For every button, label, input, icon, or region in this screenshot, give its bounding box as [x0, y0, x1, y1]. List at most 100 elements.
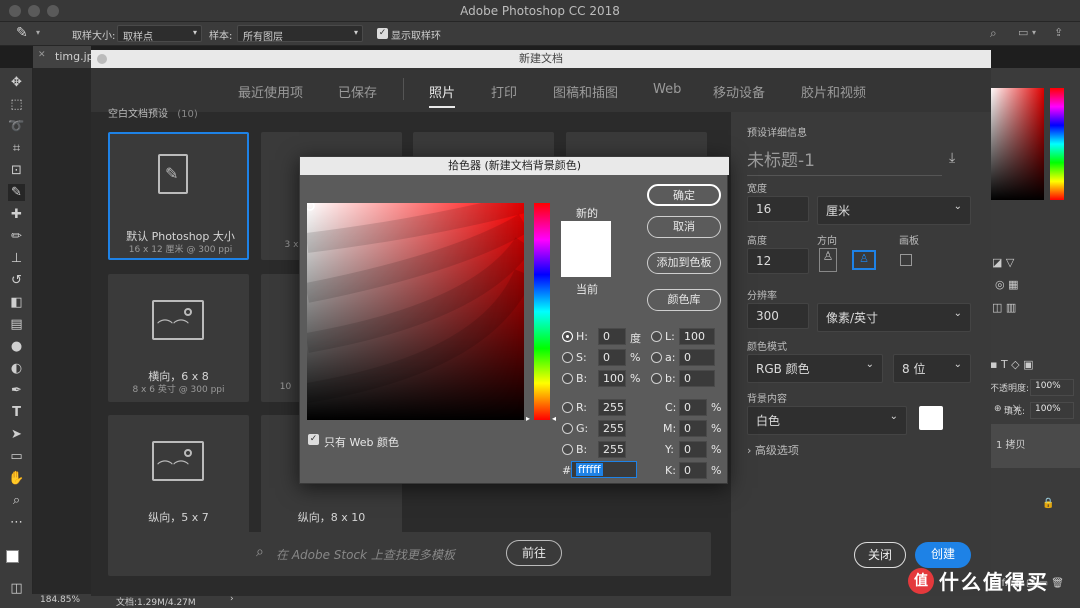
hue-slider-right-arrow-icon[interactable]: ◂: [552, 414, 556, 423]
shape-tool-icon[interactable]: ▭: [8, 448, 25, 465]
tab-film-video[interactable]: 胶片和视频: [801, 82, 866, 101]
yellow-input[interactable]: 0: [679, 441, 707, 458]
tab-art-illustration[interactable]: 图稿和插图: [553, 82, 618, 101]
width-unit-select[interactable]: 厘米 ⌄: [817, 196, 971, 225]
hue-radio[interactable]: [562, 331, 573, 342]
portrait-orientation-icon[interactable]: ♙: [819, 248, 837, 272]
magenta-input[interactable]: 0: [679, 420, 707, 437]
dialog-close-dot[interactable]: [97, 54, 107, 64]
black-input[interactable]: 0: [679, 462, 707, 479]
hue-slider[interactable]: [534, 203, 550, 420]
sample-size-select[interactable]: 取样点 ▾: [117, 25, 202, 43]
adjustment-icons-3[interactable]: ◫ ▥: [992, 301, 1016, 314]
saturation-radio[interactable]: [562, 352, 573, 363]
document-tab[interactable]: ✕ timg.jp: [33, 46, 94, 68]
crop-tool-icon[interactable]: ⌗: [8, 140, 25, 157]
layer-row[interactable]: 1 拷贝: [990, 424, 1080, 468]
sample-select[interactable]: 所有图层 ▾: [237, 25, 363, 43]
green-input[interactable]: 255: [598, 420, 626, 437]
eyedropper-icon[interactable]: ✎: [16, 25, 28, 41]
doc-name-input[interactable]: 未标题-1: [747, 146, 942, 176]
zoom-tool-icon[interactable]: ⌕: [8, 492, 25, 509]
opacity-field[interactable]: 100%: [1030, 379, 1074, 396]
landscape-orientation-icon[interactable]: ♙: [852, 250, 876, 270]
chevron-down-icon[interactable]: ▾: [36, 28, 40, 37]
close-button[interactable]: 关闭: [854, 542, 906, 568]
lightness-radio[interactable]: [651, 331, 662, 342]
advanced-options-toggle[interactable]: › 高级选项: [747, 442, 799, 458]
red-radio[interactable]: [562, 402, 573, 413]
eraser-tool-icon[interactable]: ◧: [8, 294, 25, 311]
adjustment-icons[interactable]: ◪ ▽: [992, 256, 1014, 269]
ok-button[interactable]: 确定: [647, 184, 721, 206]
preset-card-portrait-5x7[interactable]: ⌒⌒ 纵向，5 x 7: [108, 415, 249, 543]
type-tool-icon[interactable]: T: [8, 404, 25, 421]
blur-tool-icon[interactable]: ●: [8, 338, 25, 355]
healing-tool-icon[interactable]: ✚: [8, 206, 25, 223]
blue-input[interactable]: 255: [598, 441, 626, 458]
gradient-tool-icon[interactable]: ▤: [8, 316, 25, 333]
workspace-icon[interactable]: ▭: [1018, 26, 1028, 39]
path-select-icon[interactable]: ➤: [8, 426, 25, 443]
fill-field[interactable]: 100%: [1030, 402, 1074, 419]
adjustment-icons-2[interactable]: ◎ ▦: [995, 278, 1019, 291]
tab-photo[interactable]: 照片: [429, 82, 455, 101]
more-tools-icon[interactable]: ⋯: [8, 514, 25, 531]
go-button[interactable]: 前往: [506, 540, 562, 566]
eyedropper-tool-icon[interactable]: ✎: [8, 184, 25, 201]
a-channel-radio[interactable]: [651, 352, 662, 363]
b-channel-radio[interactable]: [651, 373, 662, 384]
create-button[interactable]: 创建: [915, 542, 971, 568]
color-field[interactable]: [990, 88, 1044, 200]
hex-input[interactable]: ffffff: [571, 461, 637, 478]
hue-input[interactable]: 0: [598, 328, 626, 345]
show-ring-checkbox[interactable]: ✓: [377, 28, 388, 39]
dodge-tool-icon[interactable]: ◐: [8, 360, 25, 377]
zoom-level[interactable]: 184.85%: [40, 595, 80, 605]
red-input[interactable]: 255: [598, 399, 626, 416]
width-input[interactable]: 16: [747, 196, 809, 222]
artboard-checkbox[interactable]: [900, 254, 912, 266]
background-select[interactable]: 白色 ⌄: [747, 406, 907, 435]
green-radio[interactable]: [562, 423, 573, 434]
lasso-tool-icon[interactable]: ➰: [8, 118, 25, 135]
brightness-input[interactable]: 100: [598, 370, 626, 387]
height-input[interactable]: 12: [747, 248, 809, 274]
stock-search-input[interactable]: 在 Adobe Stock 上查找更多模板: [276, 546, 455, 563]
bit-depth-select[interactable]: 8 位 ⌄: [893, 354, 971, 383]
move-tool-icon[interactable]: ✥: [8, 74, 25, 91]
share-icon[interactable]: ⇪: [1054, 26, 1063, 39]
b-channel-input[interactable]: 0: [679, 370, 715, 387]
hue-slider-left-arrow-icon[interactable]: ▸: [526, 414, 530, 423]
tab-mobile[interactable]: 移动设备: [713, 82, 765, 101]
pen-tool-icon[interactable]: ✒: [8, 382, 25, 399]
color-mode-select[interactable]: RGB 颜色 ⌄: [747, 354, 883, 383]
tab-recent[interactable]: 最近使用项: [238, 82, 303, 101]
cyan-input[interactable]: 0: [679, 399, 707, 416]
marquee-tool-icon[interactable]: ⬚: [8, 96, 25, 113]
lightness-input[interactable]: 100: [679, 328, 715, 345]
a-channel-input[interactable]: 0: [679, 349, 715, 366]
background-color-swatch[interactable]: [919, 406, 943, 430]
save-preset-icon[interactable]: ⤓: [949, 150, 955, 166]
close-tab-icon[interactable]: ✕: [38, 50, 46, 60]
blue-radio[interactable]: [562, 444, 573, 455]
resolution-input[interactable]: 300: [747, 303, 809, 329]
quick-select-tool-icon[interactable]: ⊡: [8, 162, 25, 179]
web-colors-checkbox[interactable]: ✓: [308, 434, 319, 445]
history-brush-icon[interactable]: ↺: [8, 272, 25, 289]
search-icon[interactable]: ⌕: [990, 26, 997, 41]
layer-filter-icons[interactable]: ▪ T ◇ ▣: [990, 358, 1034, 371]
brightness-radio[interactable]: [562, 373, 573, 384]
foreground-color-swatch[interactable]: [6, 550, 19, 563]
tab-saved[interactable]: 已保存: [338, 82, 377, 101]
resolution-unit-select[interactable]: 像素/英寸 ⌄: [817, 303, 971, 332]
stamp-tool-icon[interactable]: ⊥: [8, 250, 25, 267]
color-libraries-button[interactable]: 颜色库: [647, 289, 721, 311]
tab-print[interactable]: 打印: [491, 82, 517, 101]
brush-tool-icon[interactable]: ✏: [8, 228, 25, 245]
cancel-button[interactable]: 取消: [647, 216, 721, 238]
color-field[interactable]: [307, 203, 524, 420]
add-to-swatches-button[interactable]: 添加到色板: [647, 252, 721, 274]
hue-slider[interactable]: [1050, 88, 1064, 200]
